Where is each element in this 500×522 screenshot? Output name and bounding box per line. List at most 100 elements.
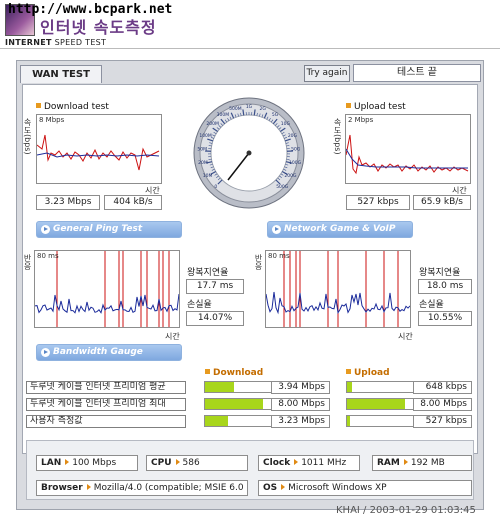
gauge-label: 20M	[198, 160, 208, 166]
logo-subtitle: INTERNET SPEED TEST	[5, 38, 106, 47]
clock-value: 1011 MHz	[301, 458, 347, 468]
arrow-icon	[41, 348, 50, 357]
arrow-right-icon	[281, 484, 286, 490]
download-title: Download test	[36, 102, 109, 112]
ping-xlabel: 시간	[165, 332, 180, 341]
ping-loss-label: 손실율	[187, 300, 212, 310]
ping-scale: 80 ms	[37, 252, 59, 260]
bandwidth-up-fill	[347, 416, 351, 426]
cpu-value: 586	[182, 458, 200, 468]
tab-wan-test[interactable]: WAN TEST	[20, 65, 102, 83]
download-red-line	[36, 134, 160, 171]
gauge-svg: 010M 20M 50M 100M 200M 300M500M 1G 2G 5G10G 20G 50…	[193, 97, 305, 209]
os-value: Microsoft Windows XP	[288, 483, 387, 493]
gauge-label: 100M	[199, 133, 212, 139]
game-ylabel: 반응	[254, 254, 263, 270]
gauge-label: 10G	[281, 121, 291, 127]
upload-title: Upload test	[346, 102, 406, 112]
gauge-label: 50M	[197, 146, 207, 152]
header: http://www.bcpark.net 인터넷 속도측정 INTERNET …	[0, 0, 500, 52]
ram-label: RAM	[377, 458, 400, 468]
upload-ylabel: 속도(bps)	[333, 118, 342, 155]
footer-timestamp: KHAI / 2003-01-29 01:03:45	[336, 505, 476, 516]
bandwidth-down-fill	[205, 399, 264, 409]
try-again-button[interactable]: Try again	[304, 65, 350, 82]
download-scale: 8 Mbps	[39, 116, 65, 124]
ping-test-header: General Ping Test	[36, 221, 182, 238]
bandwidth-down-value: 8.00 Mbps	[271, 398, 330, 411]
logo-title: 인터넷 속도측정	[40, 18, 157, 37]
arrow-icon	[272, 225, 281, 234]
download-ylabel: 속도(bps)	[23, 118, 32, 155]
gauge-label: 50G	[291, 146, 301, 152]
bullet-icon	[346, 369, 351, 374]
gauge-label: 100G	[289, 160, 302, 166]
bandwidth-download-head: Download	[205, 368, 263, 378]
bandwidth-row-name: 두루넷 케이블 인터넷 프리미엄 평균	[26, 381, 186, 394]
bullet-icon	[36, 103, 41, 108]
ping-rtt-value: 17.7 ms	[186, 279, 244, 294]
bandwidth-down-value: 3.94 Mbps	[271, 381, 330, 394]
upload-kbs: 65.9 kB/s	[413, 195, 471, 210]
game-rtt-label: 왕복지연율	[419, 268, 461, 278]
bandwidth-down-fill	[205, 416, 229, 426]
ram-info: RAM 192 MB	[372, 455, 472, 471]
browser-value: Mozilla/4.0 (compatible; MSIE 6.0	[93, 483, 244, 493]
lan-label: LAN	[41, 458, 62, 468]
game-chart	[265, 250, 411, 328]
bandwidth-title: Bandwidth Gauge	[53, 347, 143, 357]
ping-title: General Ping Test	[53, 224, 143, 234]
bandwidth-up-fill	[347, 382, 352, 392]
speed-gauge: 0 10M 20M 50M 100M 200M 300M 500M 1G 2G 5G 10G 20G 50…	[192, 96, 306, 210]
game-chart-svg	[265, 251, 411, 327]
upload-title-text: Upload test	[354, 102, 406, 112]
header-divider	[0, 48, 500, 49]
download-kbs: 404 kB/s	[104, 195, 162, 210]
bandwidth-upload-head: Upload	[346, 368, 390, 378]
game-test-header: Network Game & VoIP Test	[267, 221, 413, 249]
ram-value: 192 MB	[410, 458, 445, 468]
arrow-right-icon	[175, 459, 180, 465]
ping-rtt-label: 왕복지연율	[187, 268, 229, 278]
upload-chart	[345, 114, 471, 184]
ping-chart	[34, 250, 180, 328]
download-chart-svg	[36, 134, 160, 171]
os-info: OS Microsoft Windows XP	[258, 480, 472, 496]
lan-value: 100 Mbps	[72, 458, 117, 468]
game-xlabel: 시간	[398, 332, 413, 341]
gauge-label: 300M	[217, 112, 230, 118]
status-display: 테스트 끝	[353, 64, 481, 82]
bandwidth-row-name: 두루넷 케이블 인터넷 프리미엄 최대	[26, 398, 186, 411]
bandwidth-up-value: 8.00 Mbps	[413, 398, 472, 411]
game-rtt-value: 18.0 ms	[418, 279, 472, 294]
download-title-text: Download test	[44, 102, 109, 112]
browser-info: Browser Mozilla/4.0 (compatible; MSIE 6.0	[36, 480, 248, 496]
gauge-label: 1G	[246, 104, 253, 110]
os-label: OS	[263, 483, 278, 493]
download-chart	[36, 114, 162, 184]
gauge-tick	[242, 109, 245, 116]
gauge-label: 10M	[203, 173, 213, 179]
browser-label: Browser	[41, 483, 83, 493]
gauge-label: 500M	[229, 106, 242, 112]
ping-loss-value: 14.07%	[186, 311, 244, 326]
clock-label: Clock	[263, 458, 291, 468]
ping-ylabel: 반응	[23, 254, 32, 270]
upload-chart-svg	[345, 134, 469, 175]
gauge-label: 200M	[206, 121, 219, 127]
gauge-label: 200G	[284, 173, 297, 179]
bandwidth-gauge-header: Bandwidth Gauge	[36, 344, 182, 361]
upload-blue-line	[345, 148, 468, 169]
bullet-icon	[346, 103, 351, 108]
bandwidth-row-name: 사용자 측정값	[26, 415, 186, 428]
bandwidth-down-fill	[205, 382, 234, 392]
upload-scale: 2 Mbps	[348, 116, 374, 124]
arrow-right-icon	[403, 459, 408, 465]
clock-info: Clock 1011 MHz	[258, 455, 360, 471]
arrow-right-icon	[65, 459, 70, 465]
logo-subtitle-bold: INTERNET	[5, 38, 52, 47]
gauge-label: 500G	[276, 184, 289, 190]
bandwidth-download-head-text: Download	[213, 368, 264, 378]
arrow-right-icon	[86, 484, 91, 490]
gauge-hub	[246, 150, 252, 156]
